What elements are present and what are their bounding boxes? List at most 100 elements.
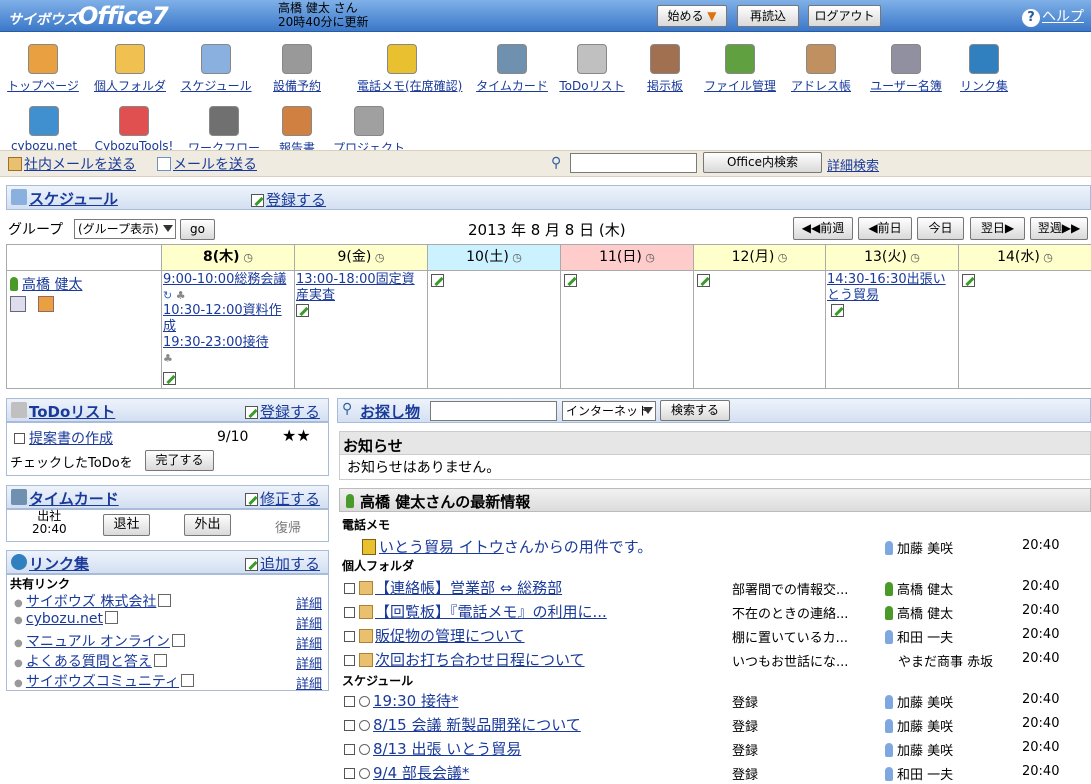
add-event-icon[interactable] <box>163 372 176 385</box>
day-cell-13[interactable]: 14:30-16:30出張いとう貿易 <box>825 270 959 389</box>
event-link[interactable]: 19:30-23:00接待 <box>163 335 293 351</box>
schedule-item-link[interactable]: 8/13 出張 いとう貿易 <box>373 740 521 758</box>
day-cell-9[interactable]: 13:00-18:00固定資産実査 <box>294 270 428 389</box>
day-cell-14[interactable] <box>958 270 1091 389</box>
timecard-edit-link[interactable]: 修正する <box>245 488 320 509</box>
add-event-icon[interactable] <box>962 274 975 287</box>
app-user-list[interactable]: ユーザー名簿 <box>861 38 951 94</box>
logout-button[interactable]: ログアウト <box>808 5 881 27</box>
day-cell-11[interactable] <box>560 270 694 389</box>
app-timecard[interactable]: タイムカード <box>467 38 557 94</box>
clock-icon[interactable]: ◷ <box>1040 251 1053 264</box>
next-day-button[interactable]: 翌日▶ <box>970 217 1025 240</box>
timecard-title-link[interactable]: タイムカード <box>29 488 119 509</box>
schedule-item-link[interactable]: 9/4 部長会議* <box>373 764 469 782</box>
schedule-checkbox[interactable] <box>344 744 355 755</box>
event-link[interactable]: 13:00-18:00固定資産実査 <box>296 272 426 304</box>
todo-checkbox[interactable] <box>14 433 25 444</box>
day-header[interactable]: 10(土) ◷ <box>427 244 561 271</box>
folder-item-link[interactable]: 【回覧板】『電話メモ』の利用に... <box>375 603 607 621</box>
external-link-icon[interactable] <box>171 634 185 647</box>
link-detail[interactable]: 詳細 <box>296 673 322 692</box>
app-label[interactable]: タイムカード <box>476 79 548 93</box>
prev-week-button[interactable]: ◀◀前週 <box>793 217 853 240</box>
reload-button[interactable]: 再読込 <box>737 5 799 27</box>
group-select[interactable]: (グループ表示) <box>74 219 176 239</box>
add-event-icon[interactable] <box>697 274 710 287</box>
phone-memo-link[interactable]: いとう貿易 イトウ <box>379 538 504 556</box>
app-project[interactable]: プロジェクト <box>324 100 414 156</box>
schedule-register-link[interactable]: 登録する <box>251 189 326 210</box>
link-title[interactable]: マニュアル オンライン <box>26 634 170 650</box>
calendar-view-icon[interactable] <box>10 296 26 312</box>
todo-item-link[interactable]: 提案書の作成 <box>29 431 113 447</box>
app-label[interactable]: ユーザー名簿 <box>870 79 942 93</box>
link-detail[interactable]: 詳細 <box>296 633 322 652</box>
schedule-item-link[interactable]: 8/15 会議 新製品開発について <box>373 716 581 734</box>
event-link[interactable]: 14:30-16:30出張いとう貿易 <box>827 272 957 304</box>
app-schedule[interactable]: スケジュール <box>171 38 261 94</box>
event-link[interactable]: 9:00-10:00総務会議 <box>163 272 293 288</box>
day-header[interactable]: 14(水) ◷ <box>958 244 1091 271</box>
add-event-icon[interactable] <box>431 274 444 287</box>
clock-icon[interactable]: ◷ <box>907 251 920 264</box>
app-address-book[interactable]: アドレス帳 <box>776 38 866 94</box>
cybozu-logo[interactable]: サイボウズOffice7 <box>8 2 169 30</box>
mail-link[interactable]: メールを送る <box>157 154 257 174</box>
add-event-icon[interactable] <box>564 274 577 287</box>
todo-title-link[interactable]: ToDoリスト <box>29 401 115 422</box>
app-label[interactable]: 個人フォルダ <box>94 79 166 93</box>
app-phone-memo[interactable]: 電話メモ(在席確認) <box>357 38 462 94</box>
day-cell-12[interactable] <box>693 270 826 389</box>
link-detail[interactable]: 詳細 <box>296 653 322 672</box>
schedule-item-link[interactable]: 19:30 接待* <box>373 692 459 710</box>
clock-icon[interactable]: ◷ <box>774 251 788 264</box>
external-link-icon[interactable] <box>158 594 172 607</box>
day-cell-10[interactable] <box>427 270 561 389</box>
link-title[interactable]: cybozu.net <box>26 611 103 627</box>
app-folder[interactable]: 個人フォルダ <box>85 38 175 94</box>
app-label[interactable]: リンク集 <box>960 79 1008 93</box>
app-label[interactable]: アドレス帳 <box>791 79 851 93</box>
app-cybozu-net[interactable]: cybozu.net <box>0 100 89 153</box>
internal-mail-link[interactable]: 社内メールを送る <box>8 154 136 174</box>
office-search-button[interactable]: Office内検索 <box>703 152 822 173</box>
external-link-icon[interactable] <box>105 611 118 624</box>
links-add-link[interactable]: 追加する <box>245 553 320 574</box>
internet-search-button[interactable]: 検索する <box>660 400 730 421</box>
app-facility[interactable]: 設備予約 <box>252 38 342 94</box>
event-link[interactable]: 10:30-12:00資料作成 <box>163 303 293 335</box>
app-tools[interactable]: CybozuTools! <box>89 100 179 153</box>
link-title[interactable]: サイボウズコミュニティ <box>26 674 179 690</box>
link-detail[interactable]: 詳細 <box>296 593 322 612</box>
day-header[interactable]: 9(金) ◷ <box>294 244 428 271</box>
schedule-title-link[interactable]: スケジュール <box>29 188 118 209</box>
link-detail[interactable]: 詳細 <box>296 613 322 632</box>
folder-checkbox[interactable] <box>344 655 355 666</box>
app-label[interactable]: 掲示板 <box>647 79 683 93</box>
folder-item-link[interactable]: 次回お打ち合わせ日程について <box>375 651 585 669</box>
clock-icon[interactable]: ◷ <box>240 251 253 264</box>
add-event-icon[interactable] <box>831 304 844 317</box>
clock-icon[interactable]: ◷ <box>642 251 655 264</box>
internet-search-input[interactable] <box>430 401 557 421</box>
app-file[interactable]: ファイル管理 <box>695 38 785 94</box>
external-link-icon[interactable] <box>181 674 195 687</box>
day-header[interactable]: 11(日) ◷ <box>560 244 694 271</box>
day-header[interactable]: 12(月) ◷ <box>693 244 826 271</box>
search-title-link[interactable]: お探し物 <box>360 401 420 422</box>
links-title-link[interactable]: リンク集 <box>29 553 89 574</box>
schedule-checkbox[interactable] <box>344 696 355 707</box>
user-link[interactable]: 高橋 健太 <box>10 277 82 293</box>
link-title[interactable]: よくある質問と答え <box>26 654 152 670</box>
folder-checkbox[interactable] <box>344 583 355 594</box>
advanced-search-link[interactable]: 詳細検索 <box>827 155 879 174</box>
today-button[interactable]: 今日 <box>917 217 964 240</box>
start-button[interactable]: 始める ▼ <box>657 5 727 27</box>
add-event-icon[interactable] <box>296 304 309 317</box>
app-label[interactable]: ToDoリスト <box>559 79 624 93</box>
link-title[interactable]: サイボウズ 株式会社 <box>26 594 156 610</box>
group-go-button[interactable]: go <box>180 219 215 240</box>
folder-item-link[interactable]: 販促物の管理について <box>375 627 525 645</box>
clock-icon[interactable]: ◷ <box>509 251 522 264</box>
